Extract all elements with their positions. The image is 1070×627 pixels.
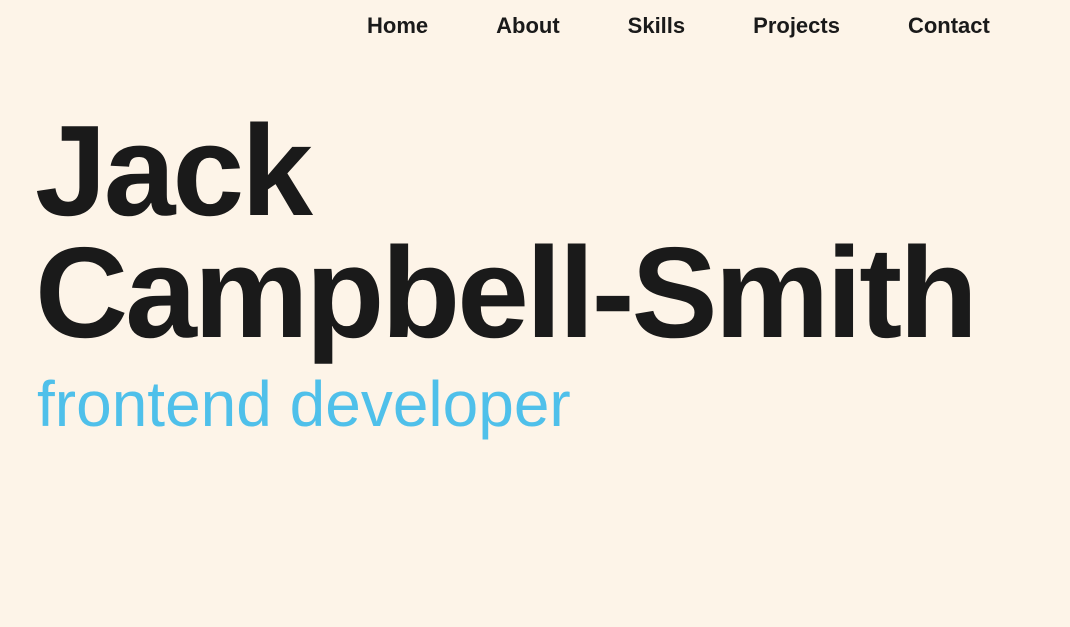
hero-name-heading: Jack Campbell-Smith xyxy=(35,99,978,365)
hero-section: Jack Campbell-Smith frontend developer xyxy=(35,99,978,441)
nav-link-about[interactable]: About xyxy=(462,12,594,40)
nav-link-skills[interactable]: Skills xyxy=(594,12,719,40)
hero-first-name: Jack xyxy=(35,99,313,243)
hero-last-name: Campbell-Smith xyxy=(35,221,978,365)
hero-role-subtitle: frontend developer xyxy=(37,368,571,440)
nav-link-contact[interactable]: Contact xyxy=(874,12,1024,40)
top-navigation: Home About Skills Projects Contact xyxy=(333,12,1024,40)
nav-link-home[interactable]: Home xyxy=(333,12,462,40)
nav-link-projects[interactable]: Projects xyxy=(719,12,874,40)
